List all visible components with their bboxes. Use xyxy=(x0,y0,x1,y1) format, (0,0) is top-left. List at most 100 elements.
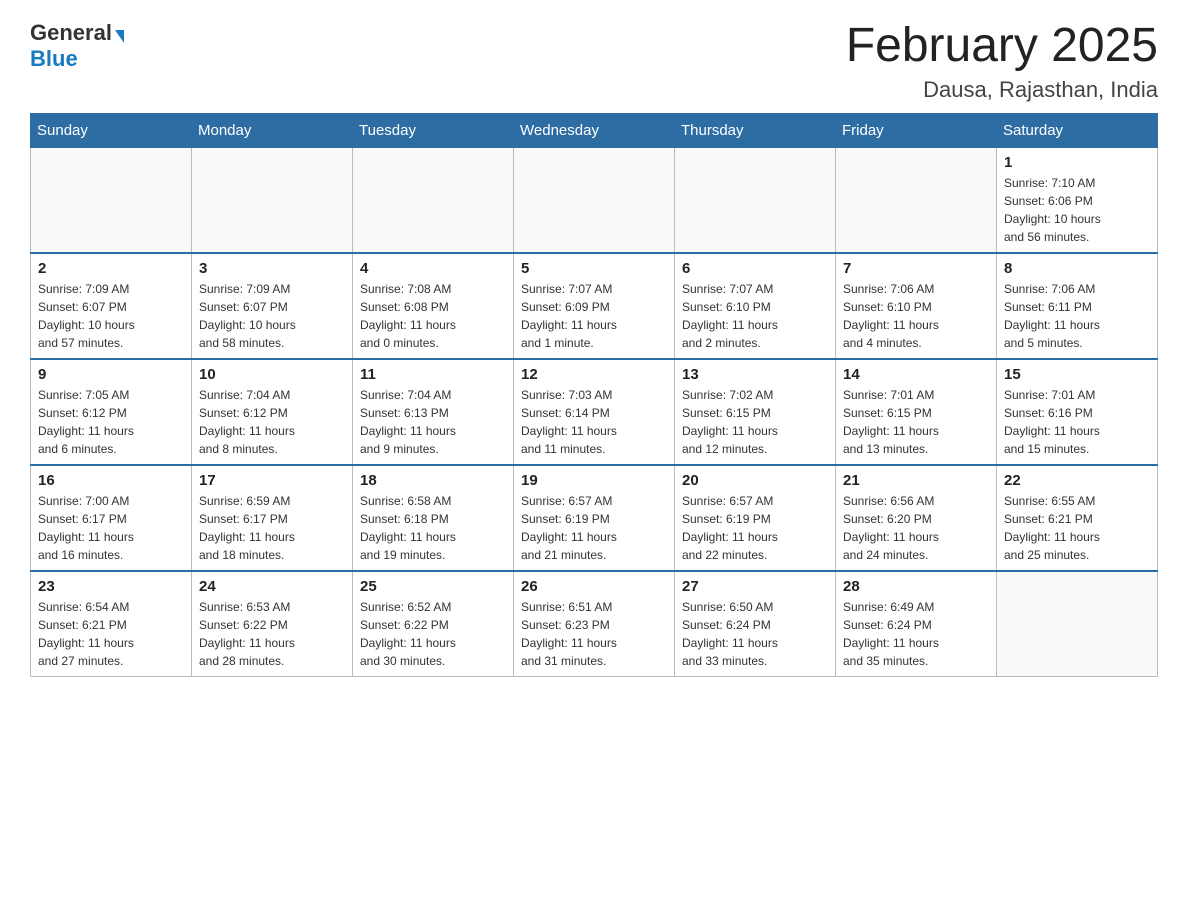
table-row: 7Sunrise: 7:06 AM Sunset: 6:10 PM Daylig… xyxy=(836,253,997,359)
table-row: 5 Sunrise: 7:07 AM Sunset: 6:09 PM Daylig… xyxy=(514,253,675,359)
calendar-title: February 2025 xyxy=(846,20,1158,73)
day-info: Sunrise: 6:59 AM Sunset: 6:17 PM Dayligh… xyxy=(199,492,345,564)
page-header: General Blue February 2025 Dausa, Rajast… xyxy=(30,20,1158,103)
day-info: Sunrise: 6:58 AM Sunset: 6:18 PM Dayligh… xyxy=(360,492,506,564)
table-row: 26 Sunrise: 6:51 AM Sunset: 6:23 PM Dayli… xyxy=(514,571,675,677)
day-number: 6 xyxy=(682,260,828,277)
calendar-header-row: Sunday Monday Tuesday Wednesday Thursday… xyxy=(31,113,1158,147)
day-number: 15 xyxy=(1004,366,1150,383)
table-row xyxy=(997,571,1158,677)
day-info: Sunrise: 7:01 AM Sunset: 6:15 PM Dayligh… xyxy=(843,386,989,458)
day-number: 10 xyxy=(199,366,345,383)
day-info: Sunrise: 6:51 AM Sunset: 6:23 PM Dayligh… xyxy=(521,598,667,670)
logo-triangle-icon xyxy=(115,30,124,43)
col-monday: Monday xyxy=(192,113,353,147)
day-info: Sunrise: 7:10 AM Sunset: 6:06 PM Dayligh… xyxy=(1004,174,1150,246)
calendar-title-section: February 2025 Dausa, Rajasthan, India xyxy=(846,20,1158,103)
col-wednesday: Wednesday xyxy=(514,113,675,147)
table-row: 27 Sunrise: 6:50 AM Sunset: 6:24 PM Dayli… xyxy=(675,571,836,677)
calendar-week-row: 9 Sunrise: 7:05 AM Sunset: 6:12 PM Daylig… xyxy=(31,359,1158,465)
table-row: 12 Sunrise: 7:03 AM Sunset: 6:14 PM Dayli… xyxy=(514,359,675,465)
table-row: 11Sunrise: 7:04 AM Sunset: 6:13 PM Dayli… xyxy=(353,359,514,465)
day-info: Sunrise: 7:08 AM Sunset: 6:08 PM Dayligh… xyxy=(360,280,506,352)
calendar-week-row: 2 Sunrise: 7:09 AM Sunset: 6:07 PM Daylig… xyxy=(31,253,1158,359)
day-number: 8 xyxy=(1004,260,1150,277)
day-number: 12 xyxy=(521,366,667,383)
calendar-week-row: 16 Sunrise: 7:00 AM Sunset: 6:17 PM Dayli… xyxy=(31,465,1158,571)
day-info: Sunrise: 7:09 AM Sunset: 6:07 PM Dayligh… xyxy=(38,280,184,352)
day-number: 4 xyxy=(360,260,506,277)
day-info: Sunrise: 7:06 AM Sunset: 6:11 PM Dayligh… xyxy=(1004,280,1150,352)
table-row xyxy=(353,147,514,253)
day-number: 11 xyxy=(360,366,506,383)
table-row: 24Sunrise: 6:53 AM Sunset: 6:22 PM Dayli… xyxy=(192,571,353,677)
table-row: 1 Sunrise: 7:10 AM Sunset: 6:06 PM Daylig… xyxy=(997,147,1158,253)
col-sunday: Sunday xyxy=(31,113,192,147)
day-number: 26 xyxy=(521,578,667,595)
col-thursday: Thursday xyxy=(675,113,836,147)
day-info: Sunrise: 7:09 AM Sunset: 6:07 PM Dayligh… xyxy=(199,280,345,352)
day-number: 21 xyxy=(843,472,989,489)
day-info: Sunrise: 6:54 AM Sunset: 6:21 PM Dayligh… xyxy=(38,598,184,670)
table-row: 23 Sunrise: 6:54 AM Sunset: 6:21 PM Dayli… xyxy=(31,571,192,677)
day-number: 3 xyxy=(199,260,345,277)
table-row xyxy=(514,147,675,253)
day-info: Sunrise: 7:05 AM Sunset: 6:12 PM Dayligh… xyxy=(38,386,184,458)
day-info: Sunrise: 7:04 AM Sunset: 6:12 PM Dayligh… xyxy=(199,386,345,458)
table-row xyxy=(836,147,997,253)
day-info: Sunrise: 6:56 AM Sunset: 6:20 PM Dayligh… xyxy=(843,492,989,564)
table-row: 10 Sunrise: 7:04 AM Sunset: 6:12 PM Dayli… xyxy=(192,359,353,465)
day-info: Sunrise: 7:07 AM Sunset: 6:09 PM Dayligh… xyxy=(521,280,667,352)
table-row: 17 Sunrise: 6:59 AM Sunset: 6:17 PM Dayli… xyxy=(192,465,353,571)
day-number: 24 xyxy=(199,578,345,595)
logo-general-text: General xyxy=(30,20,112,46)
col-saturday: Saturday xyxy=(997,113,1158,147)
table-row: 8 Sunrise: 7:06 AM Sunset: 6:11 PM Daylig… xyxy=(997,253,1158,359)
day-number: 1 xyxy=(1004,154,1150,171)
day-number: 23 xyxy=(38,578,184,595)
day-info: Sunrise: 6:50 AM Sunset: 6:24 PM Dayligh… xyxy=(682,598,828,670)
day-info: Sunrise: 7:07 AM Sunset: 6:10 PM Dayligh… xyxy=(682,280,828,352)
day-number: 7 xyxy=(843,260,989,277)
table-row: 9 Sunrise: 7:05 AM Sunset: 6:12 PM Daylig… xyxy=(31,359,192,465)
day-number: 5 xyxy=(521,260,667,277)
table-row: 19Sunrise: 6:57 AM Sunset: 6:19 PM Dayli… xyxy=(514,465,675,571)
day-number: 19 xyxy=(521,472,667,489)
table-row: 18 Sunrise: 6:58 AM Sunset: 6:18 PM Dayli… xyxy=(353,465,514,571)
calendar-table: Sunday Monday Tuesday Wednesday Thursday… xyxy=(30,113,1158,677)
day-number: 16 xyxy=(38,472,184,489)
table-row: 4 Sunrise: 7:08 AM Sunset: 6:08 PM Daylig… xyxy=(353,253,514,359)
table-row: 15 Sunrise: 7:01 AM Sunset: 6:16 PM Dayli… xyxy=(997,359,1158,465)
table-row xyxy=(192,147,353,253)
col-tuesday: Tuesday xyxy=(353,113,514,147)
day-number: 9 xyxy=(38,366,184,383)
table-row: 13Sunrise: 7:02 AM Sunset: 6:15 PM Dayli… xyxy=(675,359,836,465)
logo-blue-text: Blue xyxy=(30,46,78,71)
day-info: Sunrise: 7:01 AM Sunset: 6:16 PM Dayligh… xyxy=(1004,386,1150,458)
day-info: Sunrise: 7:00 AM Sunset: 6:17 PM Dayligh… xyxy=(38,492,184,564)
day-number: 22 xyxy=(1004,472,1150,489)
day-number: 28 xyxy=(843,578,989,595)
table-row xyxy=(31,147,192,253)
day-info: Sunrise: 6:55 AM Sunset: 6:21 PM Dayligh… xyxy=(1004,492,1150,564)
day-number: 13 xyxy=(682,366,828,383)
calendar-week-row: 23 Sunrise: 6:54 AM Sunset: 6:21 PM Dayli… xyxy=(31,571,1158,677)
calendar-subtitle: Dausa, Rajasthan, India xyxy=(846,77,1158,103)
day-info: Sunrise: 6:57 AM Sunset: 6:19 PM Dayligh… xyxy=(682,492,828,564)
day-number: 18 xyxy=(360,472,506,489)
day-info: Sunrise: 6:52 AM Sunset: 6:22 PM Dayligh… xyxy=(360,598,506,670)
day-number: 27 xyxy=(682,578,828,595)
calendar-week-row: 1 Sunrise: 7:10 AM Sunset: 6:06 PM Daylig… xyxy=(31,147,1158,253)
table-row xyxy=(675,147,836,253)
day-info: Sunrise: 7:03 AM Sunset: 6:14 PM Dayligh… xyxy=(521,386,667,458)
table-row: 22 Sunrise: 6:55 AM Sunset: 6:21 PM Dayli… xyxy=(997,465,1158,571)
table-row: 25 Sunrise: 6:52 AM Sunset: 6:22 PM Dayli… xyxy=(353,571,514,677)
day-number: 17 xyxy=(199,472,345,489)
table-row: 6 Sunrise: 7:07 AM Sunset: 6:10 PM Daylig… xyxy=(675,253,836,359)
day-number: 25 xyxy=(360,578,506,595)
day-info: Sunrise: 6:49 AM Sunset: 6:24 PM Dayligh… xyxy=(843,598,989,670)
logo: General Blue xyxy=(30,20,124,72)
day-number: 2 xyxy=(38,260,184,277)
day-number: 14 xyxy=(843,366,989,383)
day-number: 20 xyxy=(682,472,828,489)
